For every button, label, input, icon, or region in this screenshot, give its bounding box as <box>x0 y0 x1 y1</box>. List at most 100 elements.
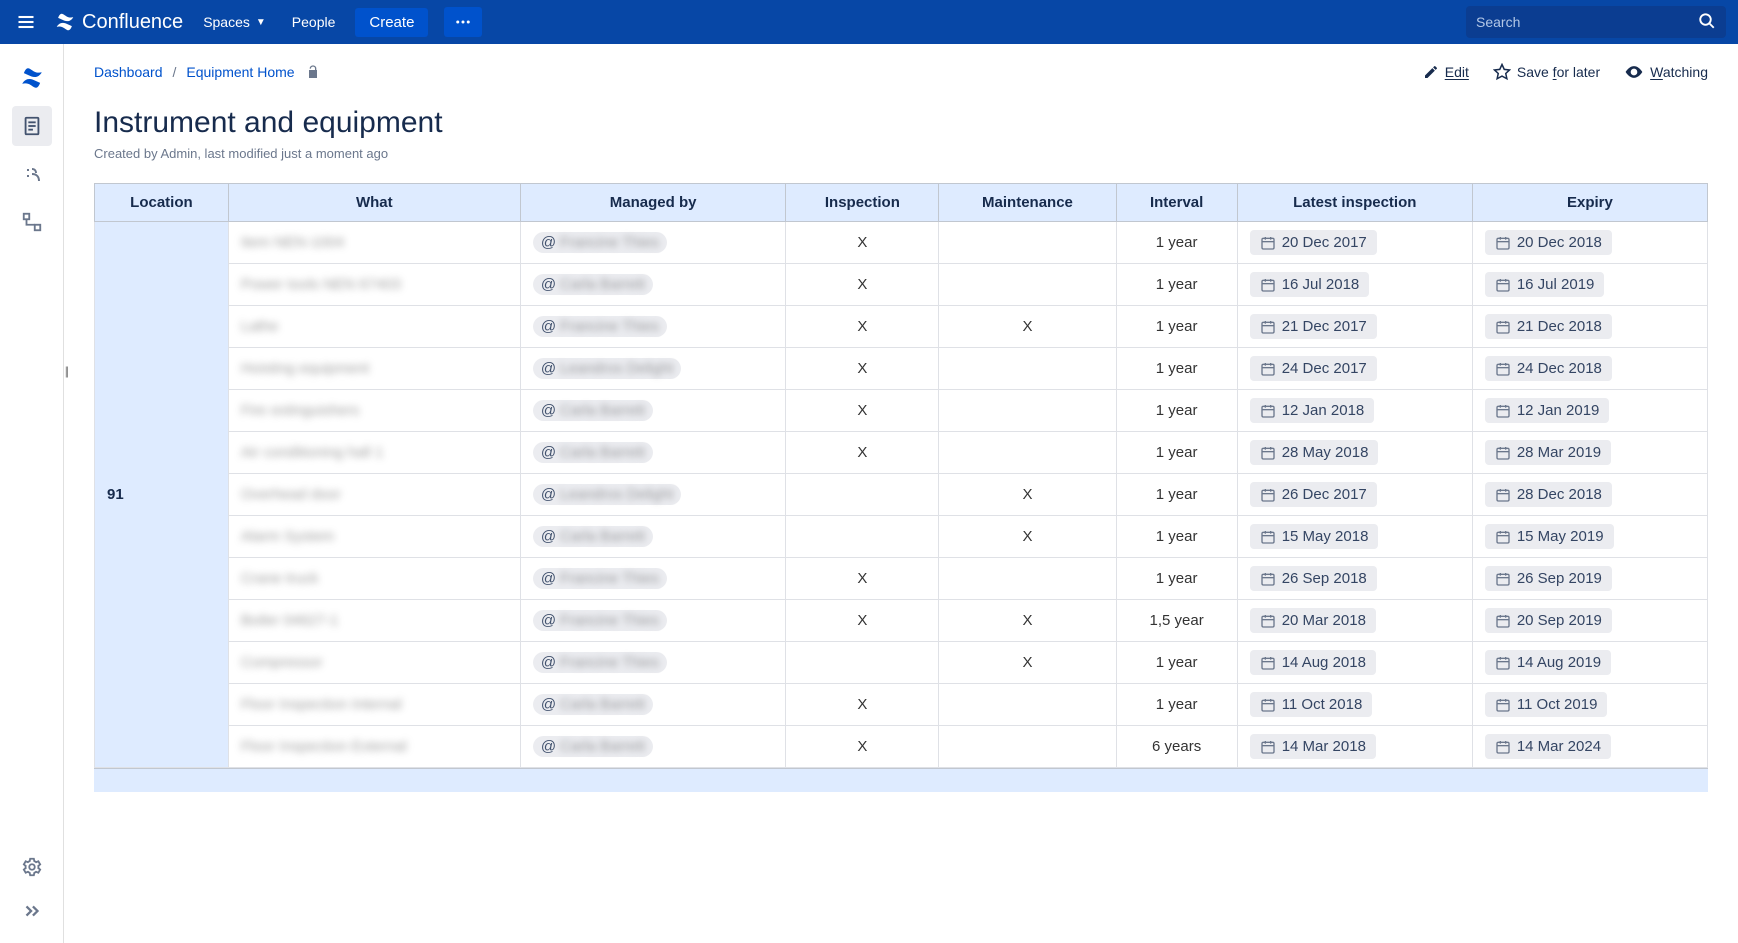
create-more-button[interactable] <box>444 7 482 37</box>
date-chip[interactable]: 11 Oct 2019 <box>1485 692 1608 717</box>
maintenance-cell <box>939 432 1116 474</box>
breadcrumb-dashboard[interactable]: Dashboard <box>94 64 163 80</box>
date-chip[interactable]: 26 Dec 2017 <box>1250 482 1377 507</box>
date-chip[interactable]: 20 Dec 2017 <box>1250 230 1377 255</box>
user-mention[interactable]: @Carla Barrett <box>533 274 653 295</box>
date-chip[interactable]: 28 May 2018 <box>1250 440 1379 465</box>
create-button[interactable]: Create <box>355 8 428 37</box>
date-chip[interactable]: 24 Dec 2017 <box>1250 356 1377 381</box>
edit-action[interactable]: Edit <box>1423 64 1469 80</box>
maintenance-cell <box>939 264 1116 306</box>
col-inspection[interactable]: Inspection <box>786 184 939 222</box>
date-chip[interactable]: 24 Dec 2018 <box>1485 356 1612 381</box>
date-chip[interactable]: 15 May 2019 <box>1485 524 1614 549</box>
topbar-left: Confluence Spaces ▼ People Create <box>12 7 482 37</box>
calendar-icon <box>1495 529 1511 545</box>
date-chip[interactable]: 28 Dec 2018 <box>1485 482 1612 507</box>
user-mention[interactable]: @Francine Thies <box>533 652 667 673</box>
user-mention[interactable]: @Carla Barrett <box>533 694 653 715</box>
managed-by-cell: @Francine Thies <box>520 642 786 684</box>
date-chip[interactable]: 28 Mar 2019 <box>1485 440 1611 465</box>
sidebar-blog-icon[interactable] <box>12 154 52 194</box>
topbar: Confluence Spaces ▼ People Create <box>0 0 1738 44</box>
latest-inspection-cell: 11 Oct 2018 <box>1237 684 1472 726</box>
user-mention[interactable]: @Leandros Delight <box>533 484 682 505</box>
user-mention[interactable]: @Francine Thies <box>533 316 667 337</box>
table-row: Lathe@Francine ThiesXX1 year21 Dec 20172… <box>95 306 1708 348</box>
search-box[interactable] <box>1466 6 1726 38</box>
calendar-icon <box>1260 655 1276 671</box>
latest-inspection-cell: 24 Dec 2017 <box>1237 348 1472 390</box>
date-chip[interactable]: 21 Dec 2017 <box>1250 314 1377 339</box>
table-footer-stripe <box>94 768 1708 792</box>
date-chip[interactable]: 20 Mar 2018 <box>1250 608 1376 633</box>
nav-spaces[interactable]: Spaces ▼ <box>197 14 272 30</box>
user-mention[interactable]: @Francine Thies <box>533 232 667 253</box>
sidebar-confluence-icon[interactable] <box>12 58 52 98</box>
date-chip[interactable]: 20 Sep 2019 <box>1485 608 1612 633</box>
app-switcher-icon[interactable] <box>12 8 40 36</box>
col-interval[interactable]: Interval <box>1116 184 1237 222</box>
user-mention[interactable]: @Carla Barrett <box>533 442 653 463</box>
col-what[interactable]: What <box>228 184 520 222</box>
date-chip[interactable]: 14 Aug 2019 <box>1485 650 1611 675</box>
edit-label: Edit <box>1445 64 1469 80</box>
watching-action[interactable]: Watching <box>1624 62 1708 82</box>
calendar-icon <box>1495 445 1511 461</box>
user-mention[interactable]: @Leandros Delight <box>533 358 682 379</box>
date-chip[interactable]: 14 Mar 2024 <box>1485 734 1611 759</box>
date-chip[interactable]: 14 Aug 2018 <box>1250 650 1376 675</box>
date-chip[interactable]: 12 Jan 2018 <box>1250 398 1375 423</box>
user-mention[interactable]: @Francine Thies <box>533 610 667 631</box>
calendar-icon <box>1495 739 1511 755</box>
date-chip[interactable]: 11 Oct 2018 <box>1250 692 1373 717</box>
table-row: 91Item NEN-1004@Francine ThiesX1 year20 … <box>95 222 1708 264</box>
breadcrumb-equipment-home[interactable]: Equipment Home <box>186 64 294 80</box>
calendar-icon <box>1260 319 1276 335</box>
date-chip[interactable]: 15 May 2018 <box>1250 524 1379 549</box>
calendar-icon <box>1495 487 1511 503</box>
restrictions-icon[interactable] <box>305 64 321 80</box>
col-latest[interactable]: Latest inspection <box>1237 184 1472 222</box>
user-mention[interactable]: @Carla Barrett <box>533 526 653 547</box>
user-mention[interactable]: @Carla Barrett <box>533 736 653 757</box>
maintenance-cell <box>939 726 1116 768</box>
user-mention[interactable]: @Carla Barrett <box>533 400 653 421</box>
calendar-icon <box>1260 697 1276 713</box>
sidebar: || <box>0 44 64 943</box>
sidebar-settings-icon[interactable] <box>12 847 52 887</box>
shell: || Dashboard / Equipment Home Edit <box>0 44 1738 943</box>
date-chip[interactable]: 12 Jan 2019 <box>1485 398 1610 423</box>
col-expiry[interactable]: Expiry <box>1472 184 1707 222</box>
confluence-logo[interactable]: Confluence <box>54 11 183 34</box>
expiry-cell: 14 Mar 2024 <box>1472 726 1707 768</box>
managed-by-cell: @Carla Barrett <box>520 390 786 432</box>
sidebar-resize-handle[interactable]: || <box>65 364 67 378</box>
save-for-later-action[interactable]: Save for later <box>1493 63 1600 81</box>
col-location[interactable]: Location <box>95 184 229 222</box>
table-row: Boiler 04627-1@Francine ThiesXX1,5 year2… <box>95 600 1708 642</box>
maintenance-cell: X <box>939 306 1116 348</box>
sidebar-tree-icon[interactable] <box>12 202 52 242</box>
col-maintenance[interactable]: Maintenance <box>939 184 1116 222</box>
maintenance-cell: X <box>939 600 1116 642</box>
date-chip[interactable]: 21 Dec 2018 <box>1485 314 1612 339</box>
date-chip[interactable]: 26 Sep 2018 <box>1250 566 1377 591</box>
date-chip[interactable]: 20 Dec 2018 <box>1485 230 1612 255</box>
nav-people[interactable]: People <box>286 14 342 30</box>
latest-inspection-cell: 15 May 2018 <box>1237 516 1472 558</box>
expiry-cell: 28 Dec 2018 <box>1472 474 1707 516</box>
search-input[interactable] <box>1476 14 1698 30</box>
col-managed-by[interactable]: Managed by <box>520 184 786 222</box>
calendar-icon <box>1495 697 1511 713</box>
date-chip[interactable]: 14 Mar 2018 <box>1250 734 1376 759</box>
date-chip[interactable]: 26 Sep 2019 <box>1485 566 1612 591</box>
user-mention[interactable]: @Francine Thies <box>533 568 667 589</box>
interval-cell: 1 year <box>1116 474 1237 516</box>
what-cell: Fire extinguishers <box>228 390 520 432</box>
sidebar-expand-icon[interactable] <box>12 891 52 931</box>
sidebar-pages-icon[interactable] <box>12 106 52 146</box>
date-chip[interactable]: 16 Jul 2018 <box>1250 272 1370 297</box>
inspection-cell: X <box>786 558 939 600</box>
date-chip[interactable]: 16 Jul 2019 <box>1485 272 1605 297</box>
